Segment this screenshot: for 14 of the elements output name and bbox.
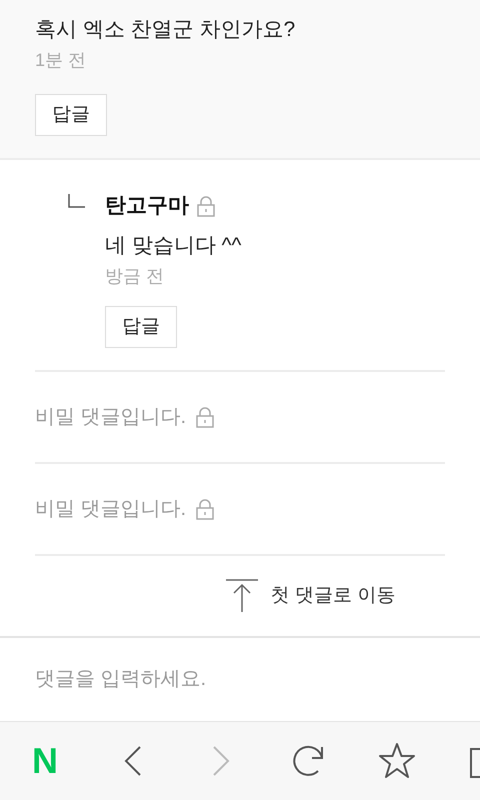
comment-input-field[interactable]: 댓글을 입력하세요. [0,638,480,722]
secret-comment-text: 비밀 댓글입니다. [35,405,186,430]
jump-to-first-comment-link[interactable]: 첫 댓글로 이동 [224,579,396,613]
comment-text: 혹시 엑소 찬열군 차인가요? [35,17,296,43]
comment-author: 탄고구마 [105,193,189,219]
comment-text: 네 맞습니다 ^^ [105,233,242,259]
comment-time: 1분 전 [35,49,88,72]
arrow-up-to-top-icon [224,579,259,613]
reply-button[interactable]: 답글 [35,94,107,136]
comment-time: 방금 전 [105,265,166,288]
reply-button[interactable]: 답글 [105,306,177,348]
star-icon[interactable] [377,741,417,781]
secret-comment-text: 비밀 댓글입니다. [35,497,186,522]
reply-branch-icon [68,194,86,208]
